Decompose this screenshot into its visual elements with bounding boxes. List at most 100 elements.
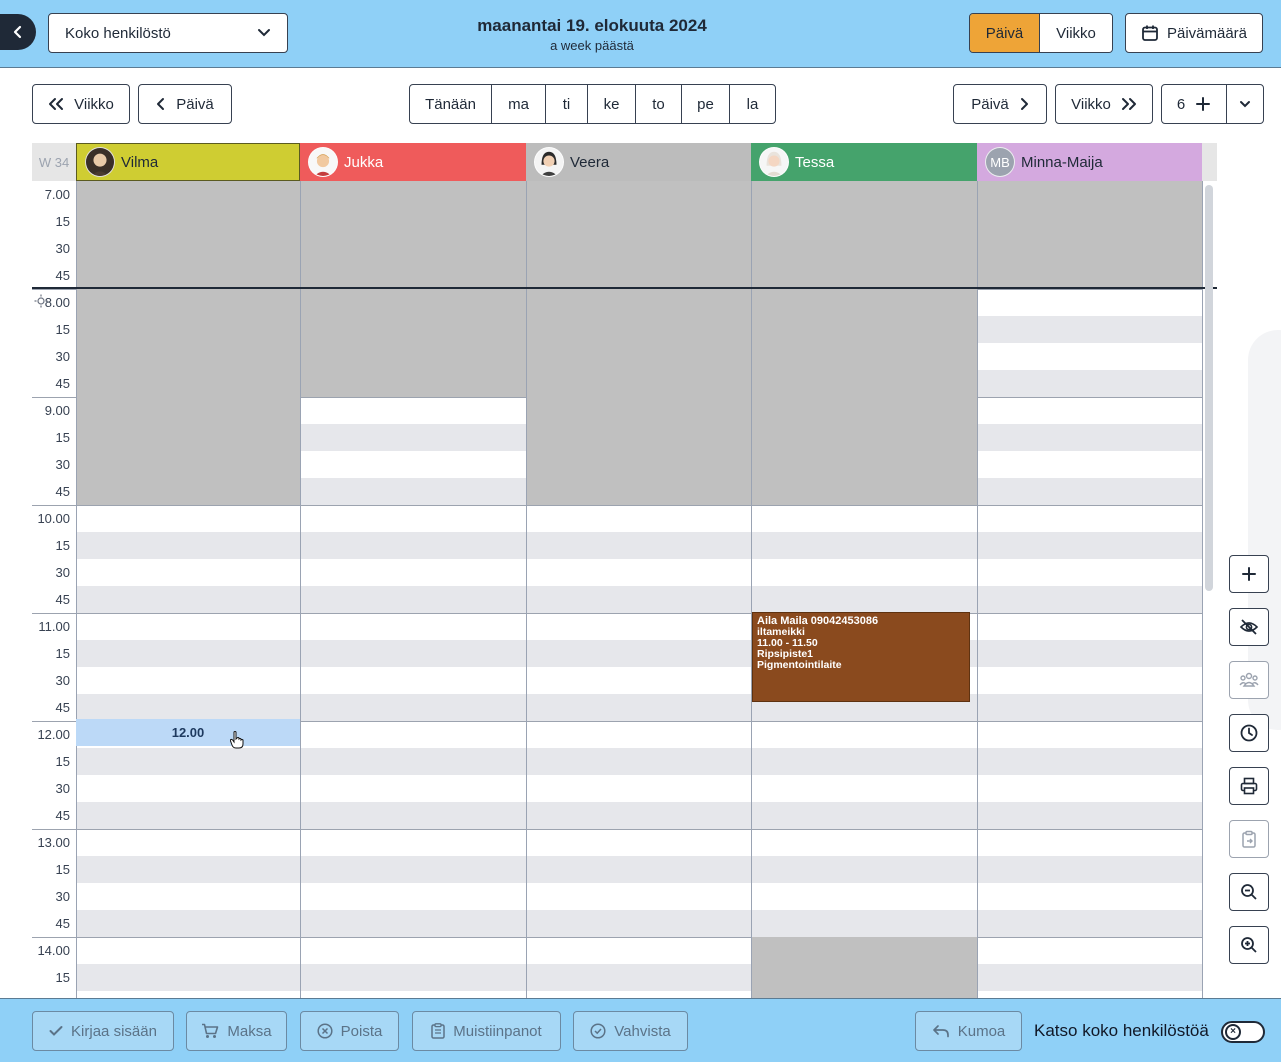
time-slot-row[interactable]: [76, 964, 1202, 991]
clipboard-icon: [1242, 830, 1256, 848]
check-circle-icon: [590, 1023, 606, 1039]
columns-dropdown-button[interactable]: [1226, 84, 1264, 124]
time-slot-row[interactable]: [76, 586, 1202, 613]
current-time-line: [32, 287, 1217, 289]
view-day-button[interactable]: Päivä: [970, 14, 1040, 52]
zoom-out-button[interactable]: [1229, 873, 1269, 911]
time-slot-row[interactable]: [76, 667, 1202, 694]
check-in-button[interactable]: Kirjaa sisään: [32, 1011, 174, 1051]
notes-label: Muistiinpanot: [453, 1022, 542, 1040]
day-button-la[interactable]: la: [730, 85, 775, 123]
sun-icon: [34, 294, 48, 308]
next-week-button[interactable]: Viikko: [1055, 84, 1153, 124]
day-button-ke[interactable]: ke: [588, 85, 636, 123]
add-column-button[interactable]: 6: [1161, 84, 1227, 124]
time-slot-row[interactable]: [76, 613, 1202, 640]
prev-day-button[interactable]: Päivä: [138, 84, 232, 124]
view-week-button[interactable]: Viikko: [1040, 14, 1112, 52]
back-button[interactable]: [0, 14, 36, 50]
print-button[interactable]: [1229, 767, 1269, 805]
delete-button[interactable]: Poista: [300, 1011, 399, 1051]
date-title: maanantai 19. elokuuta 2024: [477, 16, 707, 35]
column-header-minna-maija[interactable]: MB Minna-Maija: [977, 143, 1202, 181]
day-button-pe[interactable]: pe: [682, 85, 730, 123]
prev-week-button[interactable]: Viikko: [32, 84, 130, 124]
time-slot-row[interactable]: [76, 883, 1202, 910]
confirm-button[interactable]: Vahvista: [573, 1011, 688, 1051]
delete-label: Poista: [340, 1022, 383, 1040]
time-slot-row[interactable]: [76, 532, 1202, 559]
next-day-button[interactable]: Päivä: [953, 84, 1047, 124]
time-label: 45: [55, 916, 70, 931]
time-label: 14.00: [37, 943, 70, 958]
time-slot-row[interactable]: [76, 991, 1202, 998]
column-divider: [526, 181, 527, 998]
chevron-left-icon: [13, 25, 22, 39]
column-header-veera[interactable]: Veera: [526, 143, 751, 181]
pay-label: Maksa: [227, 1022, 272, 1040]
date-picker-button[interactable]: Päivämäärä: [1125, 13, 1263, 53]
day-selector: Tänään ma ti ke to pe la: [409, 84, 776, 124]
time-label: 30: [55, 889, 70, 904]
column-divider: [1202, 181, 1203, 998]
column-header-tessa[interactable]: Tessa: [751, 143, 977, 181]
time-label: 10.00: [37, 511, 70, 526]
zoom-in-icon: [1241, 937, 1257, 953]
undo-button[interactable]: Kumoa: [915, 1011, 1022, 1051]
paste-button[interactable]: [1229, 820, 1269, 858]
time-slot-row[interactable]: [76, 748, 1202, 775]
group-button[interactable]: [1229, 661, 1269, 699]
staff-name: Jukka: [344, 153, 384, 171]
hour-divider: [32, 829, 1202, 830]
date-picker-label: Päivämäärä: [1166, 24, 1248, 42]
time-label: 45: [55, 268, 70, 283]
show-all-staff-toggle[interactable]: ×: [1221, 1021, 1265, 1043]
time-slot-row[interactable]: [76, 910, 1202, 937]
day-button-to[interactable]: to: [636, 85, 682, 123]
time-slot-row[interactable]: [76, 505, 1202, 532]
check-in-label: Kirjaa sisään: [71, 1022, 157, 1040]
staff-select[interactable]: Koko henkilöstö: [48, 13, 288, 53]
prev-day-label: Päivä: [176, 95, 214, 113]
time-slot-row[interactable]: [76, 802, 1202, 829]
column-header-vilma[interactable]: Vilma: [76, 143, 300, 181]
chevron-down-icon: [1240, 101, 1250, 108]
avatar: [308, 147, 338, 177]
time-label: 45: [55, 484, 70, 499]
staff-name: Minna-Maija: [1021, 153, 1103, 171]
time-slot-row[interactable]: [76, 856, 1202, 883]
time-slot-row[interactable]: [76, 640, 1202, 667]
appointment-block[interactable]: Aila Maila 09042453086 iltameikki 11.00 …: [752, 612, 970, 702]
plus-icon: [1242, 567, 1256, 581]
hide-button[interactable]: [1229, 608, 1269, 646]
time-slot-row[interactable]: [76, 775, 1202, 802]
avatar: [534, 147, 564, 177]
day-button-ti[interactable]: ti: [546, 85, 588, 123]
add-button[interactable]: [1229, 555, 1269, 593]
time-slot-row[interactable]: [76, 829, 1202, 856]
time-label: 15: [55, 754, 70, 769]
time-label: 11.00: [38, 619, 70, 634]
time-slot-row[interactable]: [76, 694, 1202, 721]
history-button[interactable]: [1229, 714, 1269, 752]
column-header-jukka[interactable]: Jukka: [300, 143, 526, 181]
today-button[interactable]: Tänään: [410, 85, 492, 123]
time-label: 15: [55, 862, 70, 877]
time-label: 15: [55, 322, 70, 337]
column-divider: [751, 181, 752, 998]
appointment-equipment: Pigmentointilaite: [757, 659, 842, 671]
day-button-ma[interactable]: ma: [492, 85, 546, 123]
undo-label: Kumoa: [957, 1022, 1006, 1040]
time-slot-row[interactable]: [76, 937, 1202, 964]
zoom-in-button[interactable]: [1229, 926, 1269, 964]
time-slot-row[interactable]: [76, 559, 1202, 586]
hovered-time-slot[interactable]: 12.00: [76, 719, 300, 746]
time-label: 9.00: [44, 403, 70, 418]
double-chevron-left-icon: [49, 98, 64, 110]
notes-button[interactable]: Muistiinpanot: [412, 1011, 561, 1051]
pay-button[interactable]: Maksa: [186, 1011, 287, 1051]
scrollbar[interactable]: [1205, 185, 1213, 591]
time-label: 13.00: [37, 835, 70, 850]
x-circle-icon: [317, 1023, 333, 1039]
hand-cursor-icon: [230, 731, 244, 749]
